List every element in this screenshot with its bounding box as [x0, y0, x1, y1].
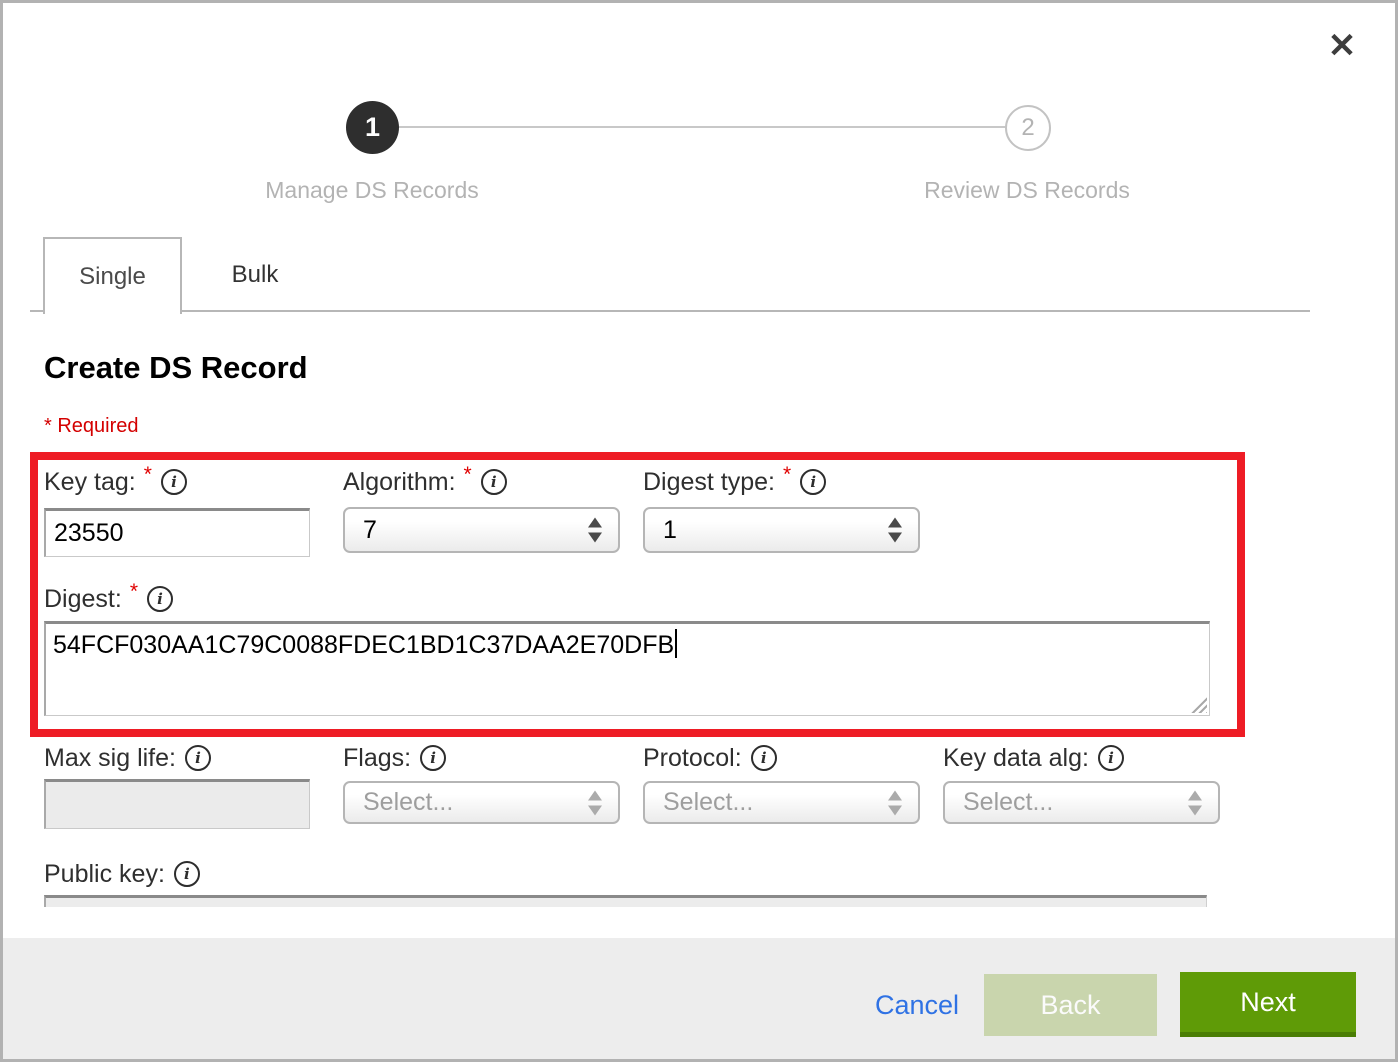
key-data-alg-select-value: Select...: [945, 788, 1053, 817]
digest-label-row: Digest: * i: [44, 583, 173, 615]
info-icon[interactable]: i: [481, 469, 507, 495]
key-tag-input[interactable]: [44, 508, 310, 557]
algorithm-label-row: Algorithm: * i: [343, 466, 507, 498]
key-data-alg-label-row: Key data alg: i: [943, 742, 1124, 774]
digest-type-select-value: 1: [645, 516, 677, 545]
required-note: * Required: [44, 415, 139, 438]
step-2-circle: 2: [1005, 105, 1051, 151]
max-sig-life-label: Max sig life:: [44, 744, 176, 773]
digest-type-label: Digest type:: [643, 468, 775, 497]
max-sig-life-input[interactable]: [44, 779, 310, 829]
select-stepper-icon: [588, 790, 602, 815]
required-asterisk: *: [783, 463, 791, 487]
required-asterisk: *: [464, 463, 472, 487]
close-icon[interactable]: ✕: [1320, 24, 1364, 68]
info-icon[interactable]: i: [420, 745, 446, 771]
algorithm-select[interactable]: 7: [343, 507, 620, 553]
protocol-select-value: Select...: [645, 788, 753, 817]
create-ds-record-modal: ✕ 1 2 Manage DS Records Review DS Record…: [0, 0, 1398, 1062]
page-title: Create DS Record: [44, 350, 308, 386]
digest-textarea-value: 54FCF030AA1C79C0088FDEC1BD1C37DAA2E70DFB: [53, 631, 674, 659]
key-data-alg-label: Key data alg:: [943, 744, 1089, 773]
tab-single[interactable]: Single: [43, 237, 182, 314]
info-icon[interactable]: i: [185, 745, 211, 771]
select-stepper-icon: [888, 790, 902, 815]
flags-label: Flags:: [343, 744, 411, 773]
back-button[interactable]: Back: [984, 974, 1157, 1036]
step-1-label: Manage DS Records: [202, 177, 542, 204]
info-icon[interactable]: i: [800, 469, 826, 495]
cancel-button[interactable]: Cancel: [875, 990, 959, 1021]
key-data-alg-select[interactable]: Select...: [943, 781, 1220, 824]
info-icon[interactable]: i: [161, 469, 187, 495]
next-button[interactable]: Next: [1180, 972, 1356, 1037]
max-sig-life-label-row: Max sig life: i: [44, 742, 211, 774]
stepper-connector-line: [372, 126, 1028, 128]
flags-select-value: Select...: [345, 788, 453, 817]
flags-label-row: Flags: i: [343, 742, 446, 774]
protocol-label-row: Protocol: i: [643, 742, 777, 774]
protocol-select[interactable]: Select...: [643, 781, 920, 824]
key-tag-label-row: Key tag: * i: [44, 466, 187, 498]
text-caret: [675, 629, 677, 658]
public-key-label: Public key:: [44, 860, 165, 889]
digest-textarea[interactable]: 54FCF030AA1C79C0088FDEC1BD1C37DAA2E70DFB: [44, 621, 1210, 716]
public-key-textarea[interactable]: [44, 895, 1207, 907]
info-icon[interactable]: i: [1098, 745, 1124, 771]
select-stepper-icon: [1188, 790, 1202, 815]
digest-type-label-row: Digest type: * i: [643, 466, 826, 498]
tab-bulk[interactable]: Bulk: [182, 239, 328, 311]
select-stepper-icon: [888, 518, 902, 543]
flags-select[interactable]: Select...: [343, 781, 620, 824]
digest-type-select[interactable]: 1: [643, 507, 920, 553]
modal-footer: Cancel Back Next: [3, 938, 1395, 1059]
info-icon[interactable]: i: [174, 861, 200, 887]
protocol-label: Protocol:: [643, 744, 742, 773]
public-key-label-row: Public key: i: [44, 858, 200, 890]
tab-strip-divider: [30, 310, 1310, 312]
algorithm-label: Algorithm:: [343, 468, 456, 497]
algorithm-select-value: 7: [345, 516, 377, 545]
info-icon[interactable]: i: [147, 586, 173, 612]
step-1-circle: 1: [346, 101, 399, 154]
digest-label: Digest:: [44, 585, 122, 614]
key-tag-label: Key tag:: [44, 468, 136, 497]
required-asterisk: *: [130, 580, 138, 604]
step-2-label: Review DS Records: [857, 177, 1197, 204]
required-asterisk: *: [144, 463, 152, 487]
resize-handle-icon[interactable]: [1190, 696, 1207, 713]
select-stepper-icon: [588, 518, 602, 543]
info-icon[interactable]: i: [751, 745, 777, 771]
